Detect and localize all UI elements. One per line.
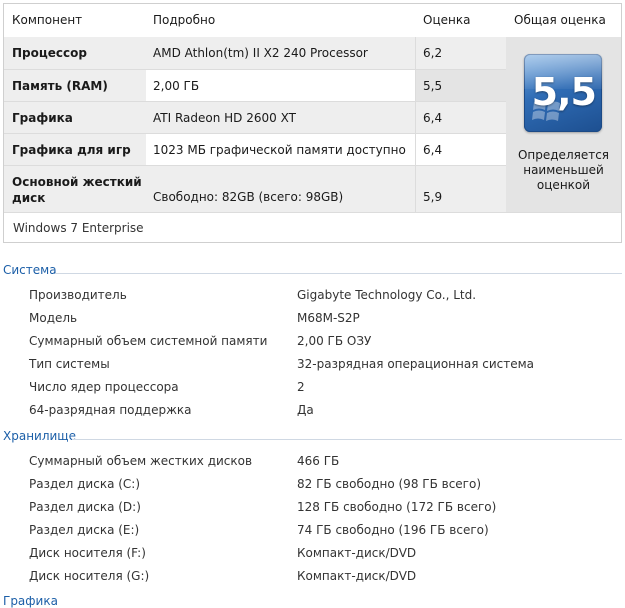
row-component: Процессор — [12, 46, 87, 60]
system-label: Производитель — [29, 288, 127, 302]
storage-label: Раздел диска (E:) — [29, 523, 140, 537]
system-label: Модель — [29, 311, 78, 325]
overall-score-value: 5,5 — [531, 70, 597, 114]
row-details: Свободно: 82GB (всего: 98GB) — [153, 190, 344, 204]
header-score: Оценка — [423, 13, 471, 27]
table-row: Графика ATI Radeon HD 2600 XT 6,4 — [4, 102, 506, 133]
section-title-graphics: Графика — [3, 594, 58, 608]
system-label: 64-разрядная поддержка — [29, 403, 192, 417]
header-details: Подробно — [153, 13, 216, 27]
row-score: 6,4 — [423, 111, 443, 125]
table-row: Процессор AMD Athlon(tm) II X2 240 Proce… — [4, 37, 506, 69]
system-value: 32-разрядная операционная система — [297, 357, 535, 371]
section-divider — [72, 439, 622, 440]
row-component: Основной жесткий — [12, 175, 142, 189]
storage-value: Компакт-диск/DVD — [297, 569, 417, 583]
row-component: Графика — [12, 111, 73, 125]
system-value: Да — [297, 403, 314, 417]
row-component: Память (RAM) — [12, 79, 108, 93]
storage-label: Раздел диска (C:) — [29, 477, 141, 491]
system-value: M68M-S2P — [297, 311, 360, 325]
table-row: Основной жесткий диск Свободно: 82GB (вс… — [4, 166, 506, 212]
system-label: Суммарный объем системной памяти — [29, 334, 268, 348]
system-label: Число ядер процессора — [29, 380, 179, 394]
header-overall: Общая оценка — [514, 13, 606, 27]
row-score: 5,5 — [423, 79, 443, 93]
storage-label: Диск носителя (F:) — [29, 546, 146, 560]
row-component-line2: диск — [12, 191, 46, 205]
storage-value: Компакт-диск/DVD — [297, 546, 417, 560]
table-header: Компонент Подробно Оценка Общая оценка — [4, 4, 621, 37]
storage-value: 74 ГБ свободно (196 ГБ всего) — [297, 523, 489, 537]
score-table: Компонент Подробно Оценка Общая оценка П… — [3, 3, 622, 243]
overall-score-note: Определяется наименьшей оценкой — [517, 148, 610, 192]
system-label: Тип системы — [29, 357, 110, 371]
storage-value: 128 ГБ свободно (172 ГБ всего) — [297, 500, 497, 514]
row-component: Графика для игр — [12, 143, 131, 157]
row-details: 1023 МБ графической памяти доступно — [153, 143, 406, 157]
header-component: Компонент — [12, 13, 83, 27]
storage-label: Диск носителя (G:) — [29, 569, 150, 583]
row-score: 5,9 — [423, 190, 443, 204]
section-title-system: Система — [3, 263, 57, 277]
system-value: 2 — [297, 380, 305, 394]
storage-value: 466 ГБ — [297, 454, 340, 468]
score-badge: 5,5 — [524, 54, 602, 132]
table-row: Графика для игр 1023 МБ графической памя… — [4, 134, 506, 165]
table-row: Память (RAM) 2,00 ГБ 5,5 — [4, 70, 506, 101]
os-edition: Windows 7 Enterprise — [13, 221, 144, 235]
section-divider — [55, 273, 622, 274]
row-details: ATI Radeon HD 2600 XT — [153, 111, 296, 125]
system-value: 2,00 ГБ ОЗУ — [297, 334, 372, 348]
overall-score-panel: 5,5 Определяется наименьшей оценкой — [506, 37, 621, 212]
row-score: 6,4 — [423, 143, 443, 157]
storage-value: 82 ГБ свободно (98 ГБ всего) — [297, 477, 482, 491]
row-details: AMD Athlon(tm) II X2 240 Processor — [153, 46, 368, 60]
row-details: 2,00 ГБ — [153, 79, 200, 93]
system-value: Gigabyte Technology Co., Ltd. — [297, 288, 477, 302]
storage-label: Раздел диска (D:) — [29, 500, 141, 514]
section-title-storage: Хранилище — [3, 429, 76, 443]
storage-label: Суммарный объем жестких дисков — [29, 454, 253, 468]
row-score: 6,2 — [423, 46, 443, 60]
